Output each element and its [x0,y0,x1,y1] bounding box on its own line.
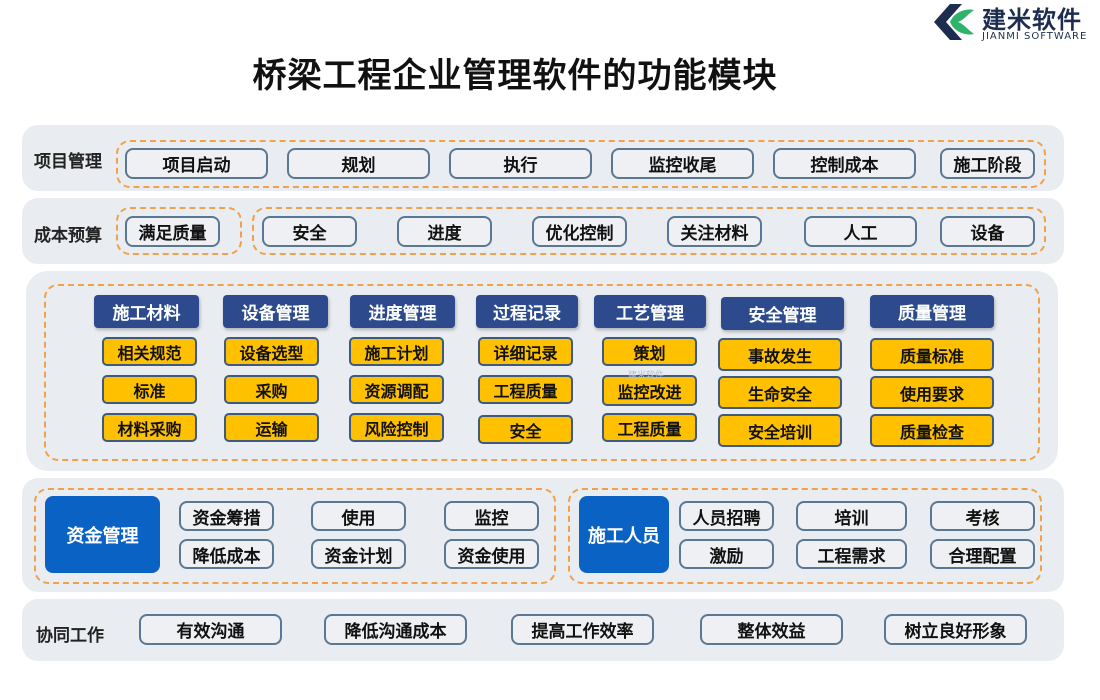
module-item: 标准 [102,375,197,404]
collaboration-label: 协同工作 [36,626,104,646]
project-item: 监控收尾 [611,148,754,179]
collaboration-item: 整体效益 [700,614,843,645]
personnel-item: 激励 [679,539,774,569]
funds-item: 降低成本 [179,539,274,569]
module-header-schedule: 进度管理 [350,295,455,328]
cost-item: 人工 [804,216,917,247]
cost-budget-label: 成本预算 [34,226,102,246]
funds-item: 使用 [311,501,406,531]
personnel-item: 培训 [796,501,907,531]
logo-mark-icon [928,2,978,42]
cost-item: 满足质量 [125,216,220,247]
project-item: 规划 [287,148,430,179]
module-header-process-records: 过程记录 [476,295,578,328]
project-item: 施工阶段 [940,148,1035,179]
module-item: 工程质量 [478,375,573,404]
module-header-equipment: 设备管理 [223,295,328,328]
module-item: 运输 [224,413,319,442]
module-item: 生命安全 [718,376,842,409]
project-management-label: 项目管理 [34,152,102,172]
module-item: 使用要求 [870,376,994,409]
funds-item: 监控 [444,501,539,531]
watermark: 建米软件 [628,371,665,381]
module-item: 相关规范 [102,337,197,366]
cost-item: 关注材料 [667,216,762,247]
module-item: 详细记录 [478,337,573,366]
module-item: 质量标准 [870,338,994,371]
funds-item: 资金使用 [444,539,539,569]
module-header-quality: 质量管理 [870,295,994,328]
project-item: 控制成本 [773,148,916,179]
construction-personnel-card: 施工人员 [579,496,669,573]
module-item: 资源调配 [349,375,444,404]
module-item: 施工计划 [349,337,444,366]
project-item: 执行 [449,148,592,179]
personnel-item: 合理配置 [930,539,1035,569]
module-item: 材料采购 [102,413,197,442]
personnel-item: 人员招聘 [679,501,774,531]
module-item: 安全 [478,415,573,444]
module-item: 风险控制 [349,413,444,442]
personnel-item: 考核 [930,501,1035,531]
cost-item: 优化控制 [532,216,627,247]
funds-item: 资金筹措 [179,501,274,531]
page-title: 桥梁工程企业管理软件的功能模块 [252,56,778,96]
module-header-safety: 安全管理 [721,297,844,330]
logo-name: 建米软件 [982,6,1082,34]
module-item: 事故发生 [718,338,842,371]
module-item: 工程质量 [602,413,697,442]
funds-management-card: 资金管理 [45,496,160,573]
module-header-construction-materials: 施工材料 [94,295,199,328]
collaboration-item: 树立良好形象 [884,614,1027,645]
collaboration-item: 提高工作效率 [511,614,654,645]
module-header-technology: 工艺管理 [594,295,706,328]
cost-budget-group-factors [252,207,1046,255]
module-item: 安全培训 [718,414,842,447]
collaboration-item: 降低沟通成本 [324,614,467,645]
logo-tagline: JIANMI SOFTWARE [982,31,1088,42]
module-item: 策划 [602,337,697,366]
cost-item: 安全 [262,216,357,247]
cost-item: 设备 [940,216,1035,247]
module-item: 质量检查 [870,414,994,447]
project-item: 项目启动 [125,148,268,179]
collaboration-item: 有效沟通 [139,614,282,645]
personnel-item: 工程需求 [796,539,907,569]
funds-item: 资金计划 [311,539,406,569]
module-item: 设备选型 [224,337,319,366]
cost-item: 进度 [397,216,492,247]
module-item: 采购 [224,375,319,404]
